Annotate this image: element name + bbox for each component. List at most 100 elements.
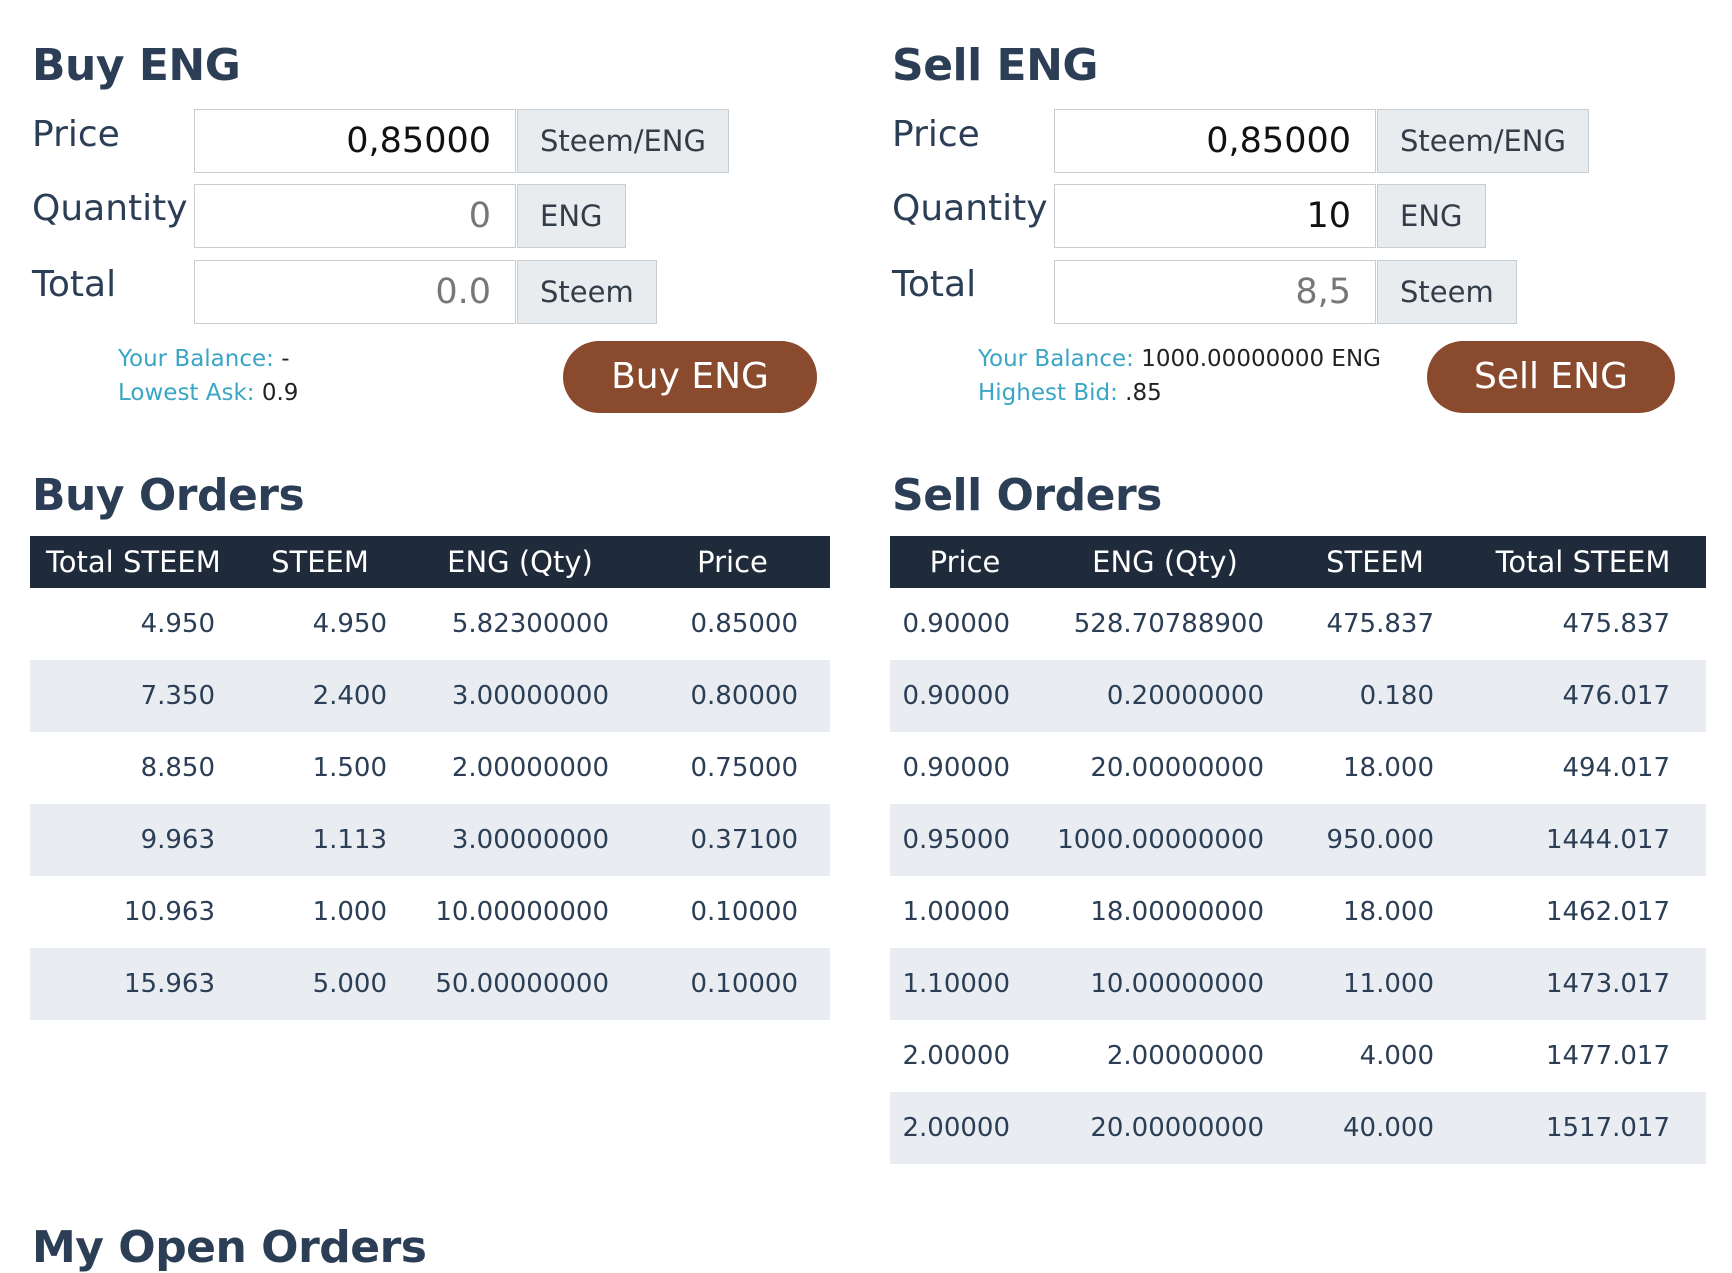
table-row[interactable]: 10.963 1.000 10.00000000 0.10000 xyxy=(30,876,830,948)
buy-cell-price: 0.75000 xyxy=(690,753,798,783)
lowest-ask-info[interactable]: Lowest Ask: 0.9 xyxy=(118,380,298,406)
sell-eng-button[interactable]: Sell ENG xyxy=(1427,341,1675,413)
buy-eng-button[interactable]: Buy ENG xyxy=(563,341,817,413)
buy-cell-total: 7.350 xyxy=(30,660,235,732)
sell-panel: Sell ENG Price Steem/ENG Quantity ENG To… xyxy=(890,0,1706,1238)
buy-cell-total: 9.963 xyxy=(30,804,235,876)
sell-col-total-steem: Total STEEM xyxy=(1460,536,1706,588)
sell-cell-total: 1473.017 xyxy=(1460,948,1706,1020)
highest-bid-value: .85 xyxy=(1117,380,1162,406)
buy-cell-total: 8.850 xyxy=(140,753,215,783)
buy-cell-price: 0.10000 xyxy=(690,897,798,927)
buy-orders-table: Total STEEM STEEM ENG (Qty) Price 4.950 … xyxy=(30,536,830,1020)
table-row[interactable]: 0.90000 528.70788900 475.837 475.837 xyxy=(890,588,1706,660)
buy-price-label: Price xyxy=(32,114,120,155)
sell-cell-total: 494.017 xyxy=(1562,753,1670,783)
sell-cell-steem: 11.000 xyxy=(1290,948,1460,1020)
sell-cell-qty: 0.20000000 xyxy=(1040,660,1290,732)
buy-cell-qty: 3.00000000 xyxy=(405,804,635,876)
table-row[interactable]: 15.963 5.000 50.00000000 0.10000 xyxy=(30,948,830,1020)
table-row[interactable]: 0.90000 0.20000000 0.180 476.017 xyxy=(890,660,1706,732)
table-row[interactable]: 7.350 2.400 3.00000000 0.80000 xyxy=(30,660,830,732)
buy-col-price: Price xyxy=(635,536,830,588)
table-row[interactable]: 1.10000 10.00000000 11.000 1473.017 xyxy=(890,948,1706,1020)
buy-total-input[interactable] xyxy=(195,261,515,323)
buy-cell-qty: 5.82300000 xyxy=(451,609,609,639)
buy-col-steem: STEEM xyxy=(235,536,405,588)
table-row[interactable]: 0.90000 20.00000000 18.000 494.017 xyxy=(890,732,1706,804)
sell-cell-price: 0.90000 xyxy=(902,609,1010,639)
table-row[interactable]: 9.963 1.113 3.00000000 0.37100 xyxy=(30,804,830,876)
table-row[interactable]: 8.850 1.500 2.00000000 0.75000 xyxy=(30,732,830,804)
buy-orders-title: Buy Orders xyxy=(32,470,305,521)
sell-form-title: Sell ENG xyxy=(892,40,1099,91)
sell-cell-steem: 4.000 xyxy=(1359,1041,1434,1071)
buy-price-input[interactable] xyxy=(195,110,515,172)
buy-cell-steem: 1.113 xyxy=(235,804,405,876)
buy-cell-qty: 2.00000000 xyxy=(451,753,609,783)
table-row[interactable]: 0.95000 1000.00000000 950.000 1444.017 xyxy=(890,804,1706,876)
sell-cell-qty: 1000.00000000 xyxy=(1040,804,1290,876)
sell-cell-price: 2.00000 xyxy=(890,1092,1040,1164)
buy-cell-steem: 1.500 xyxy=(312,753,387,783)
sell-cell-steem: 18.000 xyxy=(1343,753,1434,783)
sell-cell-total: 1517.017 xyxy=(1460,1092,1706,1164)
sell-orders-header-row: Price ENG (Qty) STEEM Total STEEM xyxy=(890,536,1706,588)
sell-cell-qty: 2.00000000 xyxy=(1106,1041,1264,1071)
sell-total-field xyxy=(1054,260,1376,324)
sell-col-eng-qty: ENG (Qty) xyxy=(1040,536,1290,588)
table-row[interactable]: 1.00000 18.00000000 18.000 1462.017 xyxy=(890,876,1706,948)
sell-cell-steem: 0.180 xyxy=(1290,660,1460,732)
sell-cell-price: 0.90000 xyxy=(902,753,1010,783)
table-row[interactable]: 4.950 4.950 5.82300000 0.85000 xyxy=(30,588,830,660)
sell-col-price: Price xyxy=(890,536,1040,588)
sell-cell-qty: 20.00000000 xyxy=(1040,1092,1290,1164)
sell-cell-steem: 475.837 xyxy=(1326,609,1434,639)
buy-col-eng-qty: ENG (Qty) xyxy=(405,536,635,588)
buy-form-title: Buy ENG xyxy=(32,40,241,91)
sell-price-field xyxy=(1054,109,1376,173)
buy-quantity-field xyxy=(194,184,516,248)
sell-quantity-unit: ENG xyxy=(1377,184,1486,248)
table-row[interactable]: 2.00000 2.00000000 4.000 1477.017 xyxy=(890,1020,1706,1092)
sell-cell-price: 0.90000 xyxy=(890,660,1040,732)
sell-price-label: Price xyxy=(892,114,980,155)
sell-quantity-field xyxy=(1054,184,1376,248)
buy-cell-qty: 50.00000000 xyxy=(405,948,635,1020)
buy-cell-qty: 3.00000000 xyxy=(405,660,635,732)
sell-cell-steem: 950.000 xyxy=(1290,804,1460,876)
sell-balance-label: Your Balance: xyxy=(978,346,1134,372)
buy-price-field xyxy=(194,109,516,173)
buy-total-field xyxy=(194,260,516,324)
buy-balance-info: Your Balance: - xyxy=(118,346,290,372)
sell-col-steem: STEEM xyxy=(1290,536,1460,588)
sell-cell-price: 1.00000 xyxy=(902,897,1010,927)
sell-cell-qty: 18.00000000 xyxy=(1090,897,1264,927)
sell-quantity-input[interactable] xyxy=(1055,185,1375,247)
sell-total-input[interactable] xyxy=(1055,261,1375,323)
sell-orders-title: Sell Orders xyxy=(892,470,1162,521)
sell-cell-total: 1477.017 xyxy=(1545,1041,1670,1071)
buy-quantity-input[interactable] xyxy=(195,185,515,247)
sell-cell-steem: 40.000 xyxy=(1290,1092,1460,1164)
buy-balance-label: Your Balance: xyxy=(118,346,274,372)
table-row[interactable]: 2.00000 20.00000000 40.000 1517.017 xyxy=(890,1092,1706,1164)
sell-price-input[interactable] xyxy=(1055,110,1375,172)
sell-total-unit: Steem xyxy=(1377,260,1517,324)
buy-balance-value: - xyxy=(273,346,290,372)
sell-cell-qty: 10.00000000 xyxy=(1040,948,1290,1020)
highest-bid-info[interactable]: Highest Bid: .85 xyxy=(978,380,1162,406)
buy-quantity-label: Quantity xyxy=(32,188,188,229)
sell-cell-total: 1462.017 xyxy=(1545,897,1670,927)
highest-bid-label: Highest Bid: xyxy=(978,380,1118,406)
buy-panel: Buy ENG Price Steem/ENG Quantity ENG Tot… xyxy=(30,0,830,1238)
sell-cell-price: 1.10000 xyxy=(890,948,1040,1020)
sell-cell-total: 475.837 xyxy=(1562,609,1670,639)
sell-cell-qty: 20.00000000 xyxy=(1090,753,1264,783)
buy-cell-steem: 4.950 xyxy=(312,609,387,639)
my-open-orders-title: My Open Orders xyxy=(32,1222,427,1273)
buy-total-label: Total xyxy=(32,264,117,305)
buy-cell-steem: 1.000 xyxy=(312,897,387,927)
sell-cell-price: 0.95000 xyxy=(890,804,1040,876)
buy-total-unit: Steem xyxy=(517,260,657,324)
